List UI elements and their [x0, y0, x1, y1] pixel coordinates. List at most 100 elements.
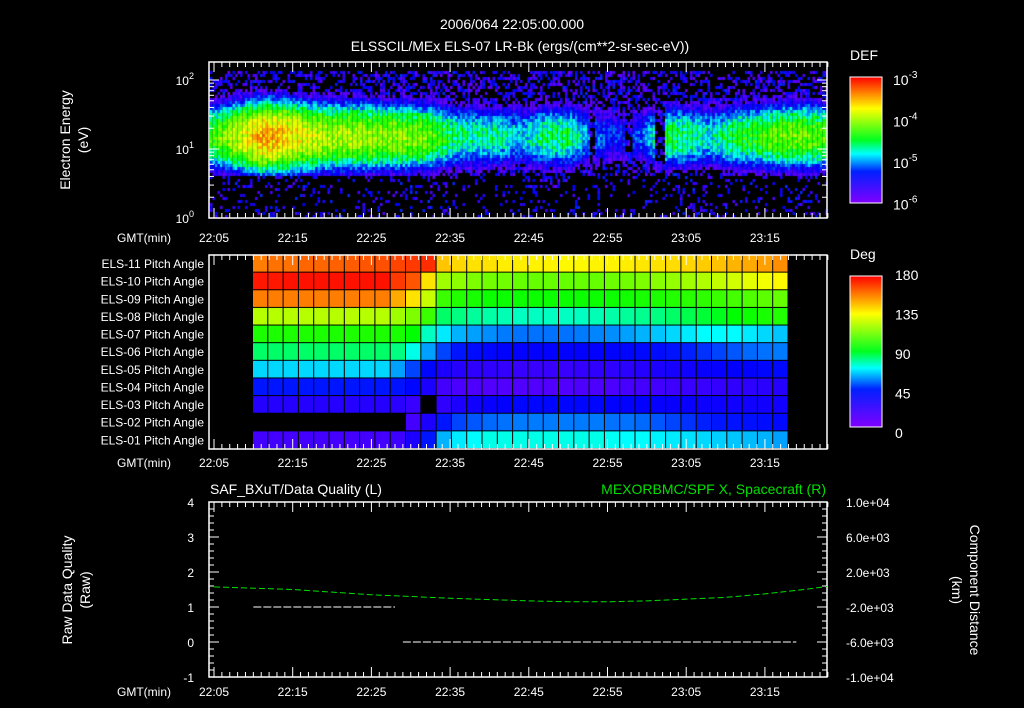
pitch-angle-cell — [666, 396, 681, 413]
pitch-angle-cell — [696, 343, 711, 360]
pitch-angle-cell — [421, 272, 436, 290]
pitch-angle-cell — [650, 325, 666, 343]
pitch-angle-cell — [635, 360, 650, 378]
pitch-angle-cell — [497, 378, 513, 396]
pitch-angle-cell — [268, 307, 283, 325]
pitch-angle-cell — [528, 307, 543, 325]
x-tick-label: 22:55 — [592, 456, 622, 470]
pitch-angle-cell — [513, 360, 528, 378]
pitch-angle-cell — [574, 272, 589, 290]
row-label: ELS-03 Pitch Angle — [101, 398, 205, 412]
pitch-angle-cell — [681, 378, 696, 396]
pitch-angle-cell — [375, 378, 390, 396]
row-label: ELS-07 Pitch Angle — [101, 328, 205, 342]
pitch-angle-cell — [268, 360, 283, 378]
pitch-angle-cell — [497, 343, 513, 360]
pitch-angle-cell — [559, 413, 574, 431]
x-tick-label: 23:05 — [671, 685, 701, 699]
left-y-tick-label: 4 — [187, 496, 194, 510]
pitch-angle-cell — [497, 290, 513, 307]
x-tick-label: 23:15 — [750, 685, 780, 699]
pitch-angle-cell — [773, 413, 788, 431]
pitch-angle-cell — [742, 360, 757, 378]
y-tick-label: 101 — [176, 140, 194, 157]
pitch-angle-cell — [650, 343, 666, 360]
pitch-angle-cell — [467, 325, 482, 343]
right-y-axis-label: Component Distance — [967, 525, 983, 656]
pitch-angle-cell — [773, 290, 788, 307]
pitch-angle-cell — [482, 413, 497, 431]
pitch-angle-cell — [620, 325, 635, 343]
colorbar-label: 135 — [895, 307, 919, 323]
pitch-angle-cell — [757, 413, 773, 431]
pitch-angle-cell — [773, 325, 788, 343]
pitch-angle-cell — [283, 290, 298, 307]
pitch-angle-cell — [360, 272, 375, 290]
pitch-angle-cell — [528, 413, 543, 431]
pitch-angle-cell — [712, 413, 727, 431]
pitch-angle-cell — [681, 290, 696, 307]
left-series-title: SAF_BXuT/Data Quality (L) — [210, 481, 382, 497]
pitch-angle-cell — [650, 290, 666, 307]
pitch-angle-cell — [727, 307, 742, 325]
pitch-angle-cell — [436, 378, 451, 396]
pitch-angle-cell — [528, 325, 543, 343]
pitch-angle-cell — [574, 360, 589, 378]
deg-colorbar — [849, 275, 883, 428]
pitch-angle-cell — [482, 272, 497, 290]
pitch-angle-cell — [298, 396, 314, 413]
pitch-angle-cell — [268, 290, 283, 307]
pitch-angle-cell — [390, 325, 405, 343]
pitch-angle-cell — [604, 290, 620, 307]
pitch-angle-cell — [727, 325, 742, 343]
pitch-angle-cell — [513, 431, 528, 448]
pitch-angle-cell — [268, 272, 283, 290]
row-label: ELS-11 Pitch Angle — [101, 257, 204, 271]
pitch-angle-cell — [253, 431, 268, 448]
pitch-angle-cell — [421, 325, 436, 343]
colorbar-label: 10-3 — [893, 70, 918, 88]
pitch-angle-cell — [559, 307, 574, 325]
pitch-angle-cell — [712, 255, 727, 272]
right-y-tick-label: -2.0e+03 — [846, 601, 894, 615]
pitch-angle-cell — [543, 396, 558, 413]
pitch-angle-cell — [344, 360, 360, 378]
pitch-angle-cell — [604, 378, 620, 396]
pitch-angle-cell — [406, 396, 421, 413]
pitch-angle-cell — [712, 396, 727, 413]
pitch-angle-cell — [253, 290, 268, 307]
pitch-angle-cell — [283, 396, 298, 413]
pitch-angle-cell — [451, 431, 467, 448]
pitch-angle-cell — [436, 255, 451, 272]
pitch-angle-cell — [696, 325, 711, 343]
pitch-angle-cell — [681, 360, 696, 378]
row-label: ELS-05 Pitch Angle — [101, 363, 205, 377]
colorbar-label: 180 — [895, 267, 919, 283]
pitch-angle-cell — [696, 413, 711, 431]
pitch-angle-cell — [406, 413, 421, 431]
pitch-angle-cell — [650, 396, 666, 413]
pitch-angle-cell — [390, 307, 405, 325]
pitch-angle-cell — [298, 272, 314, 290]
right-y-tick-label: -6.0e+03 — [846, 636, 894, 650]
pitch-angle-cell — [436, 307, 451, 325]
pitch-angle-cell — [375, 396, 390, 413]
pitch-angle-cell — [650, 307, 666, 325]
pitch-angle-cell — [574, 290, 589, 307]
pitch-angle-cell — [620, 413, 635, 431]
pitch-angle-cell — [344, 307, 360, 325]
pitch-angle-cell — [390, 290, 405, 307]
pitch-angle-cell — [283, 325, 298, 343]
pitch-angle-cell — [283, 431, 298, 448]
pitch-angle-cell — [681, 343, 696, 360]
right-series-title: MEXORBMC/SPF X, Spacecraft (R) — [601, 481, 826, 497]
x-tick-label: 22:15 — [278, 456, 308, 470]
pitch-angle-cell — [482, 360, 497, 378]
pitch-angle-cell — [268, 396, 283, 413]
pitch-angle-cell — [513, 290, 528, 307]
pitch-angle-cell — [666, 378, 681, 396]
pitch-angle-cell — [635, 272, 650, 290]
pitch-angle-cell — [513, 307, 528, 325]
pitch-angle-cell — [406, 378, 421, 396]
pitch-angle-cell — [497, 413, 513, 431]
